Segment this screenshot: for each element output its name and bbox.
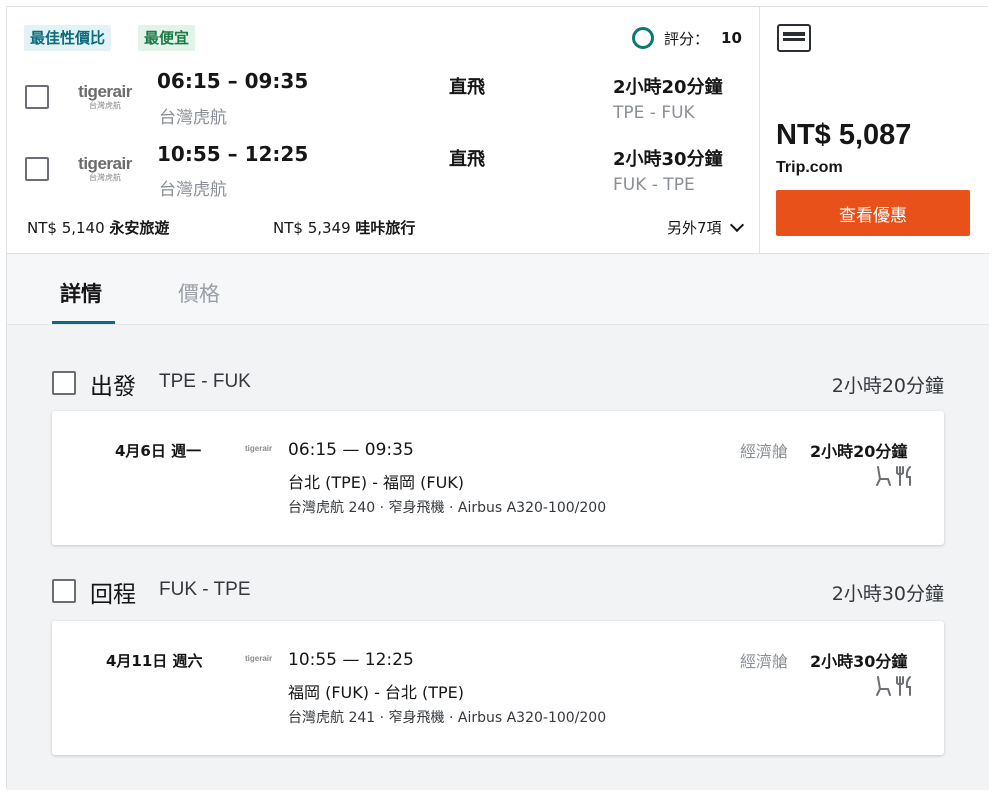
view-deal-button[interactable]: 查看優惠 (776, 190, 970, 236)
leg-cities: 台北 (TPE) - 福岡 (FUK) (288, 473, 465, 492)
segment-inbound-checkbox[interactable] (52, 579, 76, 603)
leg-flight-info: 台灣虎航 240 · 窄身飛機 · Airbus A320-100/200 (288, 500, 607, 516)
seat-icon (876, 676, 891, 696)
segment-header-inbound: 回程 FUK - TPE 2小時30分鐘 (52, 575, 944, 608)
leg-airline-logo: tigerair (245, 654, 273, 663)
outbound-route: TPE - FUK (613, 103, 695, 123)
outbound-duration: 2小時20分鐘 (613, 77, 723, 98)
outbound-airline: 台灣虎航 (159, 108, 227, 128)
segment-outbound-checkbox[interactable] (52, 371, 76, 395)
leg-card-outbound: 4月6日 週一 tigerair 06:15 — 09:35 台北 (TPE) … (52, 411, 944, 545)
alt-price-2[interactable]: NT$ 5,349 哇咔旅行 (273, 217, 415, 238)
airline-logo: tigerair 台灣虎航 (73, 83, 137, 117)
best-price: NT$ 5,087 (776, 119, 912, 151)
segment-duration: 2小時20分鐘 (831, 375, 944, 397)
segment-route: TPE - FUK (159, 371, 251, 392)
tab-price[interactable]: 價格 (178, 278, 220, 308)
outbound-stops: 直飛 (449, 77, 485, 98)
inbound-airline: 台灣虎航 (159, 180, 227, 200)
chevron-down-icon (729, 217, 744, 233)
segment-header-outbound: 出發 TPE - FUK 2小時20分鐘 (52, 367, 944, 400)
tab-details[interactable]: 詳情 (60, 278, 102, 308)
score-value: 10 (721, 29, 742, 47)
leg-times: 10:55 — 12:25 (288, 650, 414, 670)
cheapest-badge: 最便宜 (138, 25, 196, 51)
logo-wordmark: tigerair (78, 82, 132, 101)
score-ring-icon (632, 27, 654, 49)
leg-duration: 2小時30分鐘 (810, 652, 908, 671)
inbound-times: 10:55 – 12:25 (157, 142, 309, 166)
seat-icon (876, 466, 891, 486)
best-value-badge: 最佳性價比 (24, 25, 112, 51)
leg-flight-info: 台灣虎航 241 · 窄身飛機 · Airbus A320-100/200 (288, 710, 607, 726)
flight-summary: 最佳性價比 最便宜 評分： 10 tigerair 台灣虎航 06:15 – 0… (7, 7, 989, 253)
leg-cabin: 經濟艙 (740, 652, 789, 671)
leg-duration: 2小時20分鐘 (810, 442, 908, 461)
leg-date: 4月11日 週六 (106, 652, 203, 670)
inbound-duration: 2小時30分鐘 (613, 149, 723, 170)
outbound-select-checkbox[interactable] (25, 85, 49, 109)
more-deals-toggle[interactable]: 另外7項 (667, 217, 744, 238)
flight-result-card: 最佳性價比 最便宜 評分： 10 tigerair 台灣虎航 06:15 – 0… (6, 6, 989, 790)
leg-airline-logo: tigerair (245, 444, 273, 453)
amenities (876, 466, 911, 486)
logo-subtext: 台灣虎航 (89, 173, 121, 182)
offer-panel: NT$ 5,087 Trip.com 查看優惠 (759, 7, 989, 253)
leg-date: 4月6日 週一 (115, 442, 202, 460)
airline-logo: tigerair 台灣虎航 (73, 155, 137, 189)
logo-wordmark: tigerair (78, 154, 132, 173)
offer-vendor: Trip.com (776, 159, 843, 176)
score: 評分： 10 (632, 25, 742, 51)
meal-icon (896, 466, 911, 486)
amenities (876, 676, 911, 696)
alt-price-1[interactable]: NT$ 5,140 永安旅遊 (27, 217, 169, 238)
more-deals-label: 另外7項 (667, 219, 722, 237)
leg-cities: 福岡 (FUK) - 台北 (TPE) (288, 683, 465, 702)
segment-title: 出發 (90, 374, 136, 400)
leg-times: 06:15 — 09:35 (288, 440, 414, 460)
inbound-stops: 直飛 (449, 149, 485, 170)
leg-card-inbound: 4月11日 週六 tigerair 10:55 — 12:25 福岡 (FUK)… (52, 621, 944, 755)
score-label: 評分： (664, 29, 710, 48)
outbound-times: 06:15 – 09:35 (157, 69, 309, 93)
leg-cabin: 經濟艙 (740, 442, 789, 461)
detail-tabs: 詳情 價格 (7, 253, 989, 324)
inbound-select-checkbox[interactable] (25, 157, 49, 181)
payment-card-icon[interactable] (777, 24, 811, 52)
itinerary-panel: 最佳性價比 最便宜 評分： 10 tigerair 台灣虎航 06:15 – 0… (7, 7, 759, 253)
meal-icon (896, 676, 911, 696)
segment-title: 回程 (90, 582, 136, 608)
segment-route: FUK - TPE (159, 579, 251, 600)
segment-duration: 2小時30分鐘 (831, 583, 944, 605)
inbound-route: FUK - TPE (613, 175, 695, 195)
flight-details: 出發 TPE - FUK 2小時20分鐘 4月6日 週一 tigerair 06… (7, 324, 989, 790)
logo-subtext: 台灣虎航 (89, 101, 121, 110)
